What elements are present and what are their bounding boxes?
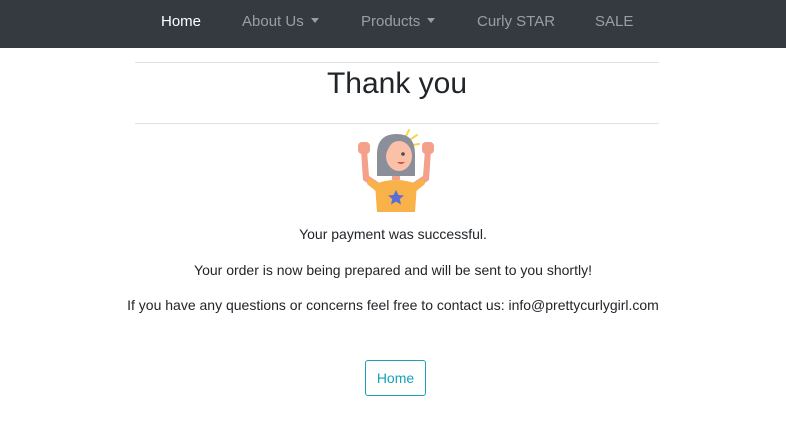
bottom-divider (135, 123, 659, 124)
contact-message: If you have any questions or concerns fe… (127, 297, 659, 313)
caret-down-icon (310, 18, 319, 23)
caret-down-icon (427, 18, 436, 23)
nav-products-dropdown[interactable]: Products (361, 13, 436, 31)
payment-success-message: Your payment was successful. (299, 226, 487, 242)
nav-products-label: Products (361, 13, 421, 30)
nav-home-link[interactable]: Home (161, 13, 201, 31)
celebrating-girl-icon (358, 129, 434, 212)
nav-sale-link[interactable]: SALE (595, 13, 633, 31)
order-status-message: Your order is now being prepared and wil… (194, 262, 592, 278)
home-button[interactable]: Home (365, 360, 426, 396)
top-navbar: Home About Us Products Curly STAR SALE (0, 0, 786, 48)
nav-curly-star-link[interactable]: Curly STAR (477, 13, 555, 31)
nav-about-us-label: About Us (242, 13, 304, 30)
nav-about-us-dropdown[interactable]: About Us (242, 13, 319, 31)
page-title: Thank you (326, 67, 468, 100)
top-divider (135, 62, 659, 63)
